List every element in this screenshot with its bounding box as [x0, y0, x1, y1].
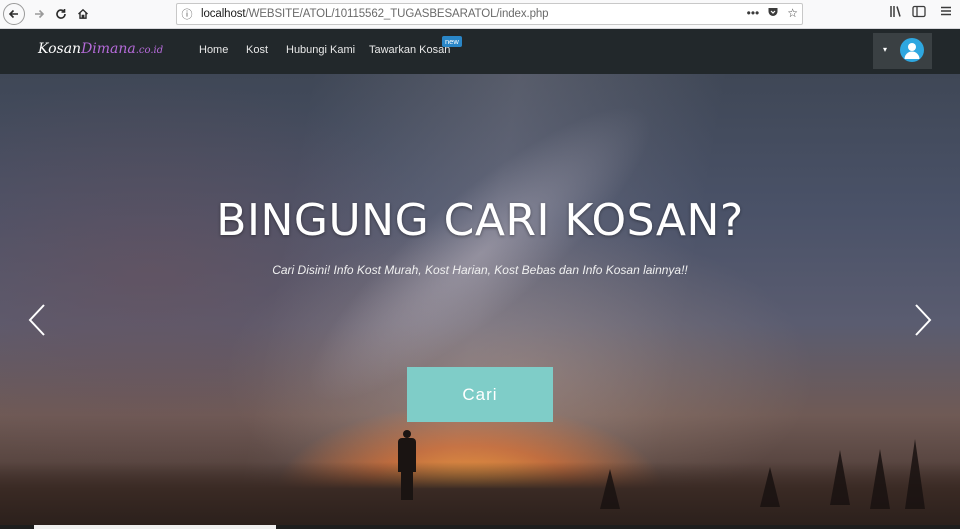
- brand-logo-part2: Dimana: [81, 41, 136, 57]
- chevron-left-icon: [28, 304, 45, 336]
- brand-logo-part1: Kosan: [38, 41, 82, 57]
- tree-silhouette: [760, 467, 780, 507]
- url-bar[interactable]: ⓘ localhost/WEBSITE/ATOL/10115562_TUGASB…: [176, 3, 803, 25]
- nav-link-home[interactable]: Home: [199, 44, 228, 56]
- nav-link-tawarkan-kosan[interactable]: Tawarkan Kosan: [369, 44, 450, 56]
- person-head: [403, 430, 411, 438]
- url-text: localhost/WEBSITE/ATOL/10115562_TUGASBES…: [201, 8, 549, 20]
- bookmark-star-icon[interactable]: ☆: [787, 6, 798, 21]
- hero-title: BINGUNG CARI KOSAN?: [216, 195, 744, 246]
- reload-icon: [56, 9, 66, 19]
- forward-button[interactable]: [28, 3, 50, 25]
- nav-link-hubungi-kami[interactable]: Hubungi Kami: [286, 44, 355, 56]
- arrow-left-icon: [8, 9, 18, 19]
- home-button[interactable]: [72, 3, 94, 25]
- brand-logo[interactable]: KosanDimana.co.id: [38, 41, 163, 57]
- new-badge: new: [442, 36, 462, 47]
- pocket-icon[interactable]: [767, 6, 779, 21]
- search-button[interactable]: Cari: [407, 367, 553, 422]
- person-silhouette: [396, 430, 418, 500]
- page-actions-menu[interactable]: •••: [747, 6, 760, 21]
- library-icon[interactable]: [889, 5, 903, 21]
- url-host: localhost: [201, 8, 246, 20]
- hero-carousel: BINGUNG CARI KOSAN? Cari Disini! Info Ko…: [0, 74, 960, 529]
- tree-silhouette: [905, 439, 925, 509]
- carousel-prev-button[interactable]: [26, 302, 48, 338]
- nav-link-kost[interactable]: Kost: [246, 44, 268, 56]
- info-icon[interactable]: ⓘ: [177, 6, 197, 22]
- site-navbar: KosanDimana.co.id Home Kost Hubungi Kami…: [0, 29, 960, 74]
- arrow-right-icon: [35, 9, 45, 19]
- user-avatar-icon: [900, 38, 924, 62]
- page-bottom-light-block: [34, 525, 276, 529]
- home-icon: [78, 8, 88, 19]
- sidebar-icon[interactable]: [912, 5, 926, 21]
- hero-subtitle: Cari Disini! Info Kost Murah, Kost Haria…: [272, 263, 688, 277]
- browser-toolbar: ⓘ localhost/WEBSITE/ATOL/10115562_TUGASB…: [0, 0, 960, 29]
- hamburger-menu-icon[interactable]: [940, 5, 952, 20]
- caret-down-icon: ▾: [883, 45, 888, 54]
- brand-logo-part3: .co.id: [135, 45, 164, 56]
- carousel-next-button[interactable]: [912, 302, 934, 338]
- person-body: [398, 438, 416, 472]
- reload-button[interactable]: [50, 3, 72, 25]
- tree-silhouette: [600, 469, 620, 509]
- user-menu-button[interactable]: ▾: [873, 33, 932, 69]
- back-button[interactable]: [3, 3, 25, 25]
- url-actions: ••• ☆: [747, 6, 798, 21]
- background-ground: [0, 439, 960, 529]
- chevron-right-icon: [915, 304, 932, 336]
- tree-silhouette: [870, 449, 890, 509]
- person-legs: [401, 470, 413, 500]
- url-path: /WEBSITE/ATOL/10115562_TUGASBESARATOL/in…: [245, 8, 549, 20]
- tree-silhouette: [830, 450, 850, 505]
